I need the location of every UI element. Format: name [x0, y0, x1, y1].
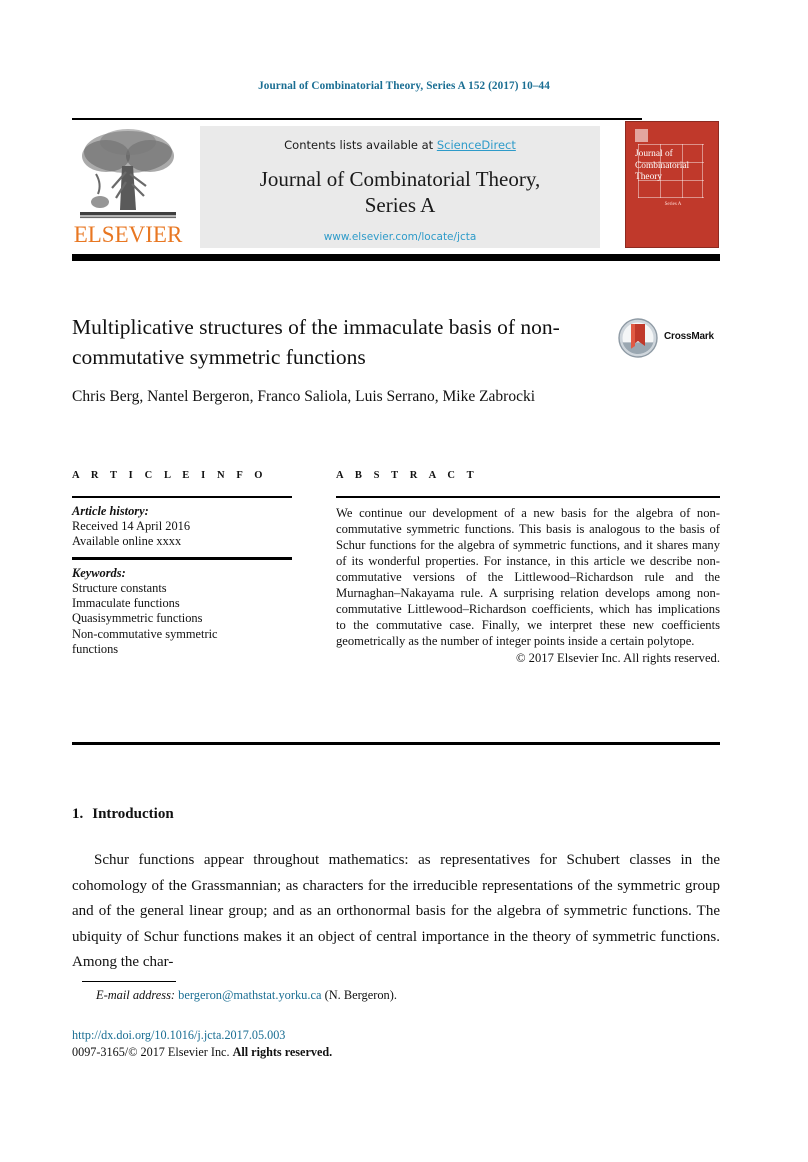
email-label: E-mail address:	[96, 988, 176, 1002]
journal-title-line1: Journal of Combinatorial Theory,	[259, 167, 541, 191]
footnote-rule	[82, 981, 176, 983]
masthead-top-rule	[72, 118, 642, 120]
abstract-text: We continue our development of a new bas…	[336, 505, 720, 649]
journal-homepage-link[interactable]: www.elsevier.com/locate/jcta	[200, 231, 600, 243]
journal-title: Journal of Combinatorial Theory, Series …	[200, 166, 600, 218]
email-link[interactable]: bergeron@mathstat.yorku.ca	[178, 988, 321, 1002]
keyword-item: Structure constants	[72, 580, 167, 595]
crossmark-icon	[618, 318, 658, 358]
journal-masthead: ELSEVIER Contents lists available at Sci…	[72, 118, 720, 261]
email-suffix: (N. Bergeron).	[324, 988, 397, 1002]
contents-panel: Contents lists available at ScienceDirec…	[200, 126, 600, 248]
keywords-rule	[72, 556, 292, 560]
sciencedirect-link[interactable]: ScienceDirect	[437, 138, 516, 152]
paper-page: Journal of Combinatorial Theory, Series …	[0, 0, 808, 1162]
cover-subtitle-text: Series A	[664, 202, 682, 207]
article-history-received: Received 14 April 2016	[72, 518, 191, 533]
running-head: Journal of Combinatorial Theory, Series …	[258, 80, 550, 92]
cover-artwork: Journal of Combinatorial Theory Series A	[626, 122, 718, 247]
introduction-paragraph: Schur functions appear throughout mathem…	[72, 852, 720, 970]
journal-title-line2: Series A	[364, 193, 436, 217]
issn-prefix: 0097-3165/© 2017 Elsevier Inc.	[72, 1045, 233, 1059]
elsevier-wordmark: ELSEVIER	[73, 222, 183, 247]
abstract-copyright: © 2017 Elsevier Inc. All rights reserved…	[515, 651, 720, 666]
crossmark-label: CrossMark	[664, 331, 714, 342]
article-info-rule-top	[72, 496, 292, 498]
abstract-block: A B S T R A C T We continue our developm…	[336, 470, 720, 666]
journal-cover-thumbnail[interactable]: Journal of Combinatorial Theory Series A	[625, 121, 719, 248]
article-history-online: Available online xxxx	[72, 533, 182, 548]
section-title: Introduction	[92, 806, 174, 822]
author-list: Chris Berg, Nantel Bergeron, Franco Sali…	[72, 388, 536, 405]
section-divider-rule	[72, 742, 720, 745]
cover-elsevier-mark-icon	[635, 129, 648, 142]
abstract-rule-top	[336, 496, 720, 498]
keyword-item: functions	[72, 642, 119, 657]
keywords-label: Keywords:	[72, 565, 126, 580]
abstract-heading: A B S T R A C T	[336, 470, 479, 481]
doi-link[interactable]: http://dx.doi.org/10.1016/j.jcta.2017.05…	[72, 1028, 285, 1043]
keyword-item: Immaculate functions	[72, 595, 180, 610]
issn-copyright-line: 0097-3165/© 2017 Elsevier Inc. All right…	[72, 1045, 332, 1060]
section-number: 1.	[72, 806, 84, 822]
keyword-item: Non-commutative symmetric	[72, 626, 218, 641]
cover-title-text: Journal of Combinatorial Theory	[635, 149, 690, 182]
article-history-label: Article history:	[72, 503, 149, 518]
masthead-bottom-rule	[72, 254, 720, 261]
email-footnote: E-mail address: bergeron@mathstat.yorku.…	[96, 988, 716, 1003]
contents-available-line: Contents lists available at ScienceDirec…	[200, 138, 600, 152]
article-info-heading: A R T I C L E I N F O	[72, 470, 268, 481]
issn-rights: All rights reserved.	[232, 1045, 333, 1059]
page-title: Multiplicative structures of the immacul…	[72, 315, 560, 369]
section-heading-introduction: 1. Introduction	[72, 806, 174, 823]
keyword-item: Quasisymmetric functions	[72, 611, 203, 626]
elsevier-logo: ELSEVIER	[72, 126, 184, 248]
crossmark-badge[interactable]: CrossMark	[618, 318, 726, 360]
article-info-block: A R T I C L E I N F O Article history: R…	[72, 470, 292, 658]
elsevier-tree-icon	[80, 129, 176, 219]
contents-prefix: Contents lists available at	[284, 138, 437, 152]
